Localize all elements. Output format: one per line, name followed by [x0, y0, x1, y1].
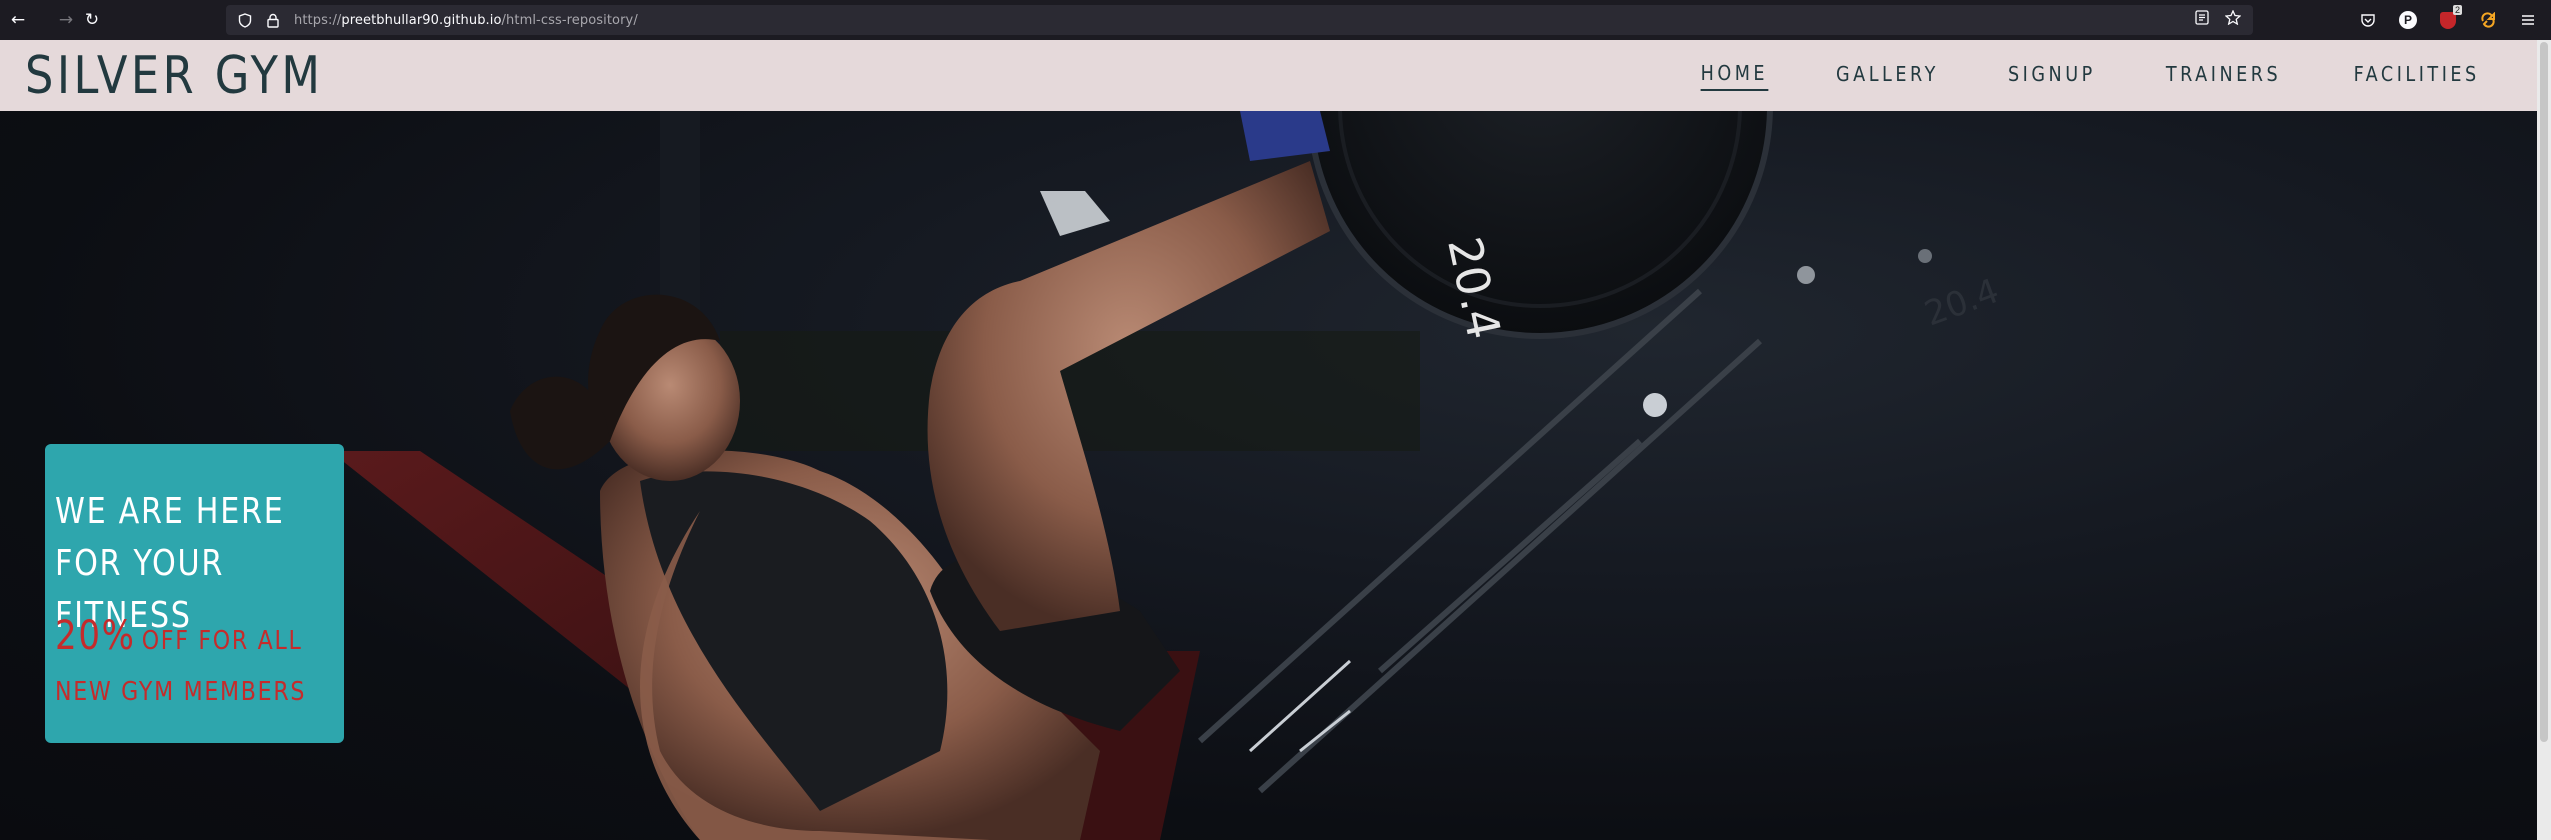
reader-view-icon[interactable]	[2195, 10, 2209, 30]
reload-icon[interactable]: ↻	[78, 6, 106, 34]
bookmark-star-icon[interactable]	[2224, 9, 2242, 30]
url-scheme: https://	[294, 12, 342, 28]
forward-arrow-icon[interactable]: →	[52, 6, 80, 34]
nav-link-signup[interactable]: SIGNUP	[2008, 62, 2096, 90]
profile-icon[interactable]: P	[2395, 7, 2421, 33]
address-bar[interactable]: https://preetbhullar90.github.io/html-cs…	[226, 5, 2253, 35]
shield-icon[interactable]	[234, 9, 256, 31]
nav-link-facilities[interactable]: FACILITIES	[2353, 62, 2479, 90]
ublock-icon[interactable]: 2	[2435, 5, 2462, 33]
page-scrollbar[interactable]	[2537, 40, 2551, 840]
nav-link-gallery[interactable]: GALLERY	[1836, 62, 1939, 90]
nav-link-trainers[interactable]: TRAINERS	[2165, 62, 2280, 90]
extension-badge: 2	[2452, 5, 2462, 15]
hero-background-image: 20.4 20.4	[330, 111, 2004, 840]
back-arrow-icon[interactable]: ←	[4, 6, 32, 34]
promo-card: WE ARE HERE FOR YOUR FITNESS 20% OFF FOR…	[45, 444, 344, 743]
nav-link-home[interactable]: HOME	[1700, 61, 1769, 91]
menu-icon[interactable]	[2515, 7, 2541, 33]
promo-offer: 20% OFF FOR ALL NEW GYM MEMBERS	[55, 612, 310, 719]
extension-icon[interactable]	[2475, 7, 2501, 33]
lock-icon[interactable]	[262, 9, 284, 31]
toolbar-actions: P 2	[2355, 5, 2541, 33]
url-host: preetbhullar90.github.io	[341, 12, 502, 28]
browser-toolbar: ← → ↻ https://preetbhullar90.github.io/h…	[0, 0, 2551, 40]
url-path: /html-css-repository/	[501, 12, 638, 28]
plate-weight-label-secondary: 20.4	[1919, 271, 2004, 334]
promo-percent: 20%	[55, 613, 136, 659]
site-logo[interactable]: SILVER GYM	[25, 46, 323, 106]
main-nav: HOME GALLERY SIGNUP TRAINERS FACILITIES	[1640, 61, 2488, 91]
pocket-icon[interactable]	[2355, 7, 2381, 33]
url-bar-actions	[2195, 9, 2242, 30]
scrollbar-thumb[interactable]	[2540, 42, 2548, 742]
hero-section: 20.4 20.4 WE ARE HERE FOR YOUR FITNESS 2…	[0, 111, 2537, 840]
site-header: SILVER GYM HOME GALLERY SIGNUP TRAINERS …	[0, 40, 2537, 111]
url-text[interactable]: https://preetbhullar90.github.io/html-cs…	[294, 13, 638, 28]
